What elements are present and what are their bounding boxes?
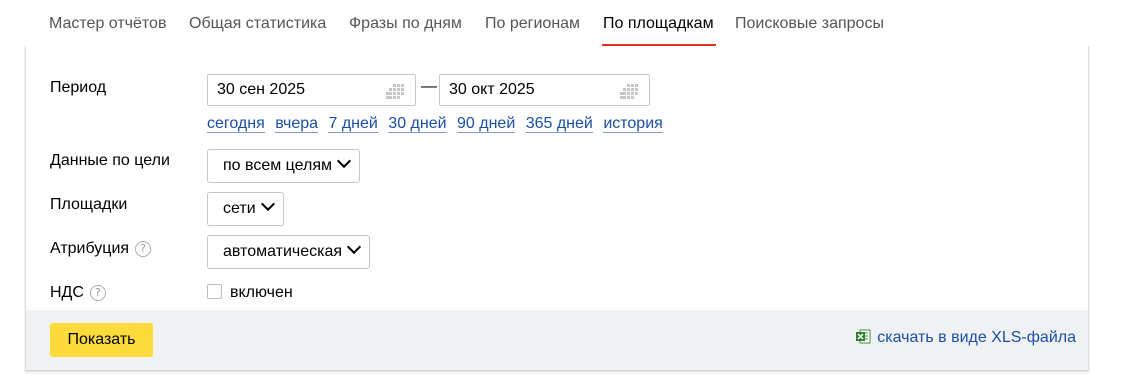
chevron-down-icon	[336, 153, 352, 169]
range-365-days-link[interactable]: 365 дней	[525, 115, 593, 133]
vat-label-text: НДС	[50, 284, 84, 301]
attribution-select[interactable]: автоматическая	[207, 235, 371, 269]
vat-checkbox-label[interactable]: включен	[230, 283, 293, 303]
attribution-label: Атрибуция?	[50, 239, 152, 259]
date-range-separator: —	[421, 78, 437, 95]
excel-icon	[856, 329, 871, 344]
range-yesterday-link[interactable]: вчера	[275, 115, 319, 133]
date-to-input[interactable]: 30 окт 2025	[439, 74, 650, 106]
range-today-link[interactable]: сегодня	[207, 115, 265, 133]
download-xls-link[interactable]: скачать в виде XLS-файла	[856, 329, 1076, 347]
calendar-icon[interactable]	[386, 84, 404, 99]
help-icon[interactable]: ?	[135, 241, 152, 257]
placements-select[interactable]: сети	[207, 192, 284, 226]
goal-select-value: по всем целям	[223, 157, 333, 174]
tab-by-placement[interactable]: По площадкам	[602, 14, 716, 46]
tab-general-stats[interactable]: Общая статистика	[189, 14, 326, 34]
date-to-value: 30 окт 2025	[449, 81, 535, 98]
goal-label: Данные по цели	[50, 152, 170, 169]
attribution-label-text: Атрибуция	[50, 240, 130, 257]
vat-checkbox[interactable]	[207, 284, 222, 299]
range-history-link[interactable]: история	[603, 115, 663, 133]
chevron-down-icon	[260, 196, 275, 212]
date-from-input[interactable]: 30 сен 2025	[207, 74, 416, 106]
goal-select[interactable]: по всем целям	[207, 149, 361, 183]
range-90-days-link[interactable]: 90 дней	[457, 115, 516, 133]
show-button[interactable]: Показать	[50, 323, 153, 357]
report-settings-panel: Период 30 сен 2025 — 30 окт 2025 сегодня…	[25, 46, 1089, 371]
vat-label: НДС?	[50, 283, 106, 303]
calendar-icon[interactable]	[620, 84, 638, 99]
range-7-days-link[interactable]: 7 дней	[328, 115, 378, 133]
period-label: Период	[50, 79, 107, 96]
tab-report-master[interactable]: Мастер отчётов	[49, 14, 166, 34]
range-30-days-link[interactable]: 30 дней	[388, 115, 447, 133]
chevron-down-icon	[346, 239, 362, 255]
placements-select-value: сети	[223, 200, 256, 217]
tab-phrases-by-day[interactable]: Фразы по дням	[349, 14, 462, 34]
tab-search-queries[interactable]: Поисковые запросы	[735, 14, 884, 34]
report-tabs: Мастер отчётов Общая статистика Фразы по…	[0, 0, 1130, 46]
download-xls-text: скачать в виде XLS-файла	[877, 329, 1076, 346]
placements-label: Площадки	[50, 196, 128, 213]
help-icon[interactable]: ?	[89, 285, 106, 301]
quick-range-links: сегодня вчера 7 дней 30 дней 90 дней 365…	[207, 115, 669, 133]
tab-by-region[interactable]: По регионам	[485, 14, 580, 34]
date-from-value: 30 сен 2025	[217, 81, 306, 98]
attribution-select-value: автоматическая	[223, 243, 343, 260]
panel-footer: Показать скачать в виде XLS-файла	[26, 310, 1088, 370]
